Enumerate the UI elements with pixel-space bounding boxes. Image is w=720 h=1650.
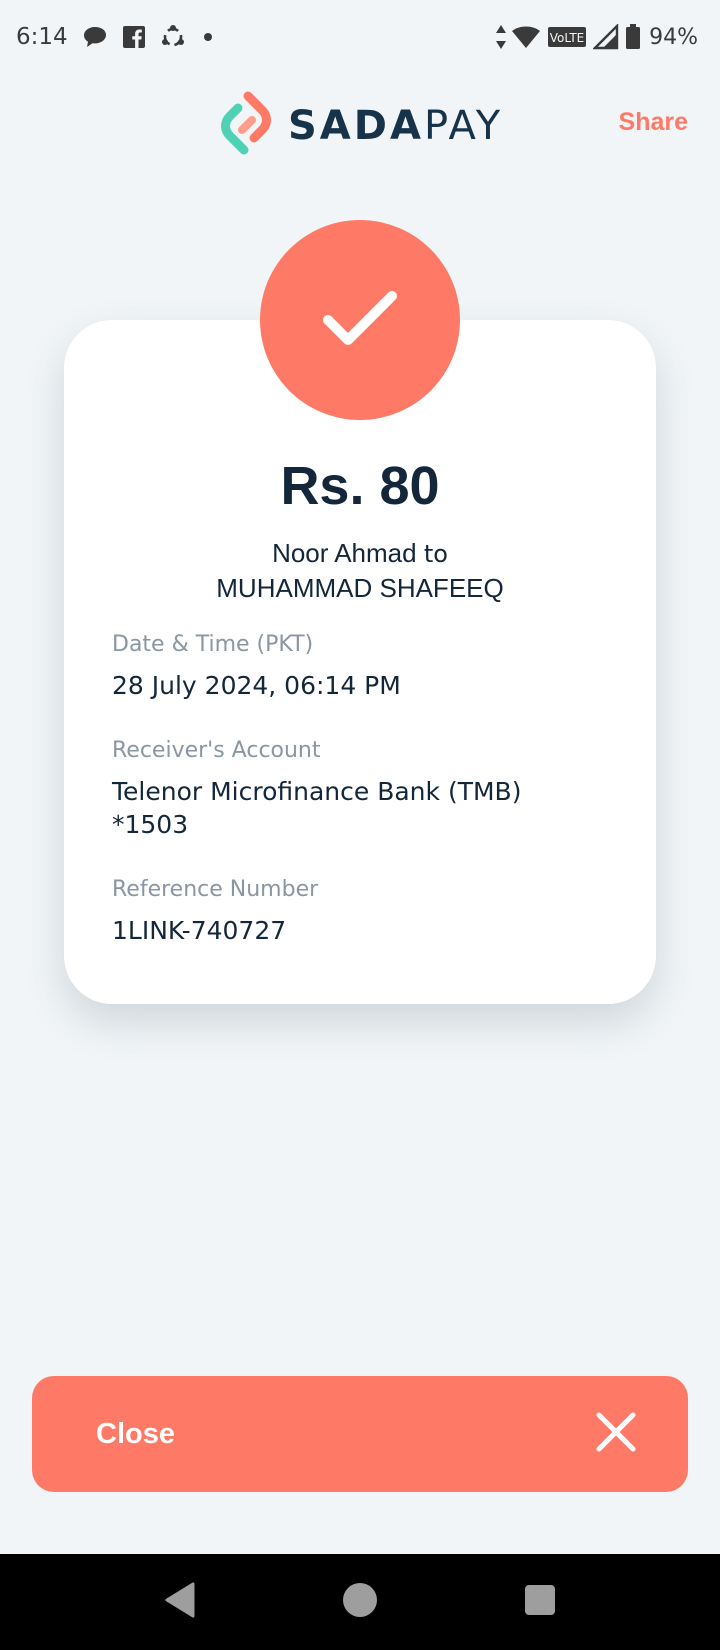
share-button[interactable]: Share (619, 108, 688, 137)
signal-icon (593, 24, 619, 50)
data-arrows-icon (495, 24, 507, 50)
logo-mark-icon (218, 90, 274, 161)
status-left: 6:14 (16, 24, 216, 50)
receiver-name: MUHAMMAD SHAFEEQ (216, 573, 504, 603)
sync-icon (160, 24, 186, 50)
back-button[interactable] (160, 1582, 200, 1622)
volte-icon: VoLTE (547, 25, 587, 49)
transfer-parties: Noor Ahmad to MUHAMMAD SHAFEEQ (64, 536, 656, 605)
connector-to: to (423, 540, 448, 568)
status-time: 6:14 (16, 24, 68, 50)
detail-value: Telenor Microfinance Bank (TMB) *1503 (112, 775, 612, 841)
status-right: VoLTE 94% (495, 24, 698, 50)
dot-icon (200, 29, 216, 45)
recents-square-icon (524, 1584, 556, 1621)
sadapay-logo: SADAPAY (218, 90, 503, 161)
logo-text-bold: SADA (288, 102, 424, 149)
volte-label: VoLTE (550, 31, 585, 45)
navigation-bar (0, 1554, 720, 1650)
logo-text: SADAPAY (288, 103, 503, 149)
battery-icon (625, 24, 641, 50)
detail-date-time: Date & Time (PKT) 28 July 2024, 06:14 PM (112, 632, 612, 702)
sender-name: Noor Ahmad (272, 538, 417, 568)
back-triangle-icon (163, 1581, 197, 1624)
detail-label: Receiver's Account (112, 738, 321, 763)
detail-value: 1LINK-740727 (112, 916, 287, 945)
chat-bubble-icon (82, 25, 108, 49)
wifi-icon (511, 25, 541, 49)
sender-line: Noor Ahmad to (64, 536, 656, 571)
close-icon (594, 1410, 638, 1459)
success-badge (260, 220, 460, 420)
header: SADAPAY Share (0, 80, 720, 170)
recents-button[interactable] (520, 1582, 560, 1622)
receipt-card: Rs. 80 Noor Ahmad to MUHAMMAD SHAFEEQ Da… (64, 320, 656, 1004)
detail-value: 28 July 2024, 06:14 PM (112, 671, 401, 700)
battery-percentage: 94% (649, 24, 698, 50)
home-circle-icon (342, 1582, 378, 1623)
account-bank-name: Telenor Microfinance Bank (TMB) (112, 777, 522, 806)
detail-label: Reference Number (112, 877, 319, 902)
checkmark-icon (320, 286, 400, 355)
close-button[interactable]: Close (32, 1376, 688, 1492)
status-bar: 6:14 VoLTE 94% (0, 0, 720, 74)
facebook-icon (122, 25, 146, 49)
amount: Rs. 80 (280, 456, 440, 516)
account-number: *1503 (112, 810, 189, 839)
detail-reference-number: Reference Number 1LINK-740727 (112, 877, 612, 947)
home-button[interactable] (340, 1582, 380, 1622)
detail-label: Date & Time (PKT) (112, 632, 314, 657)
detail-receiver-account: Receiver's Account Telenor Microfinance … (112, 738, 612, 841)
close-button-label: Close (96, 1417, 175, 1450)
logo-text-light: PAY (423, 102, 504, 149)
